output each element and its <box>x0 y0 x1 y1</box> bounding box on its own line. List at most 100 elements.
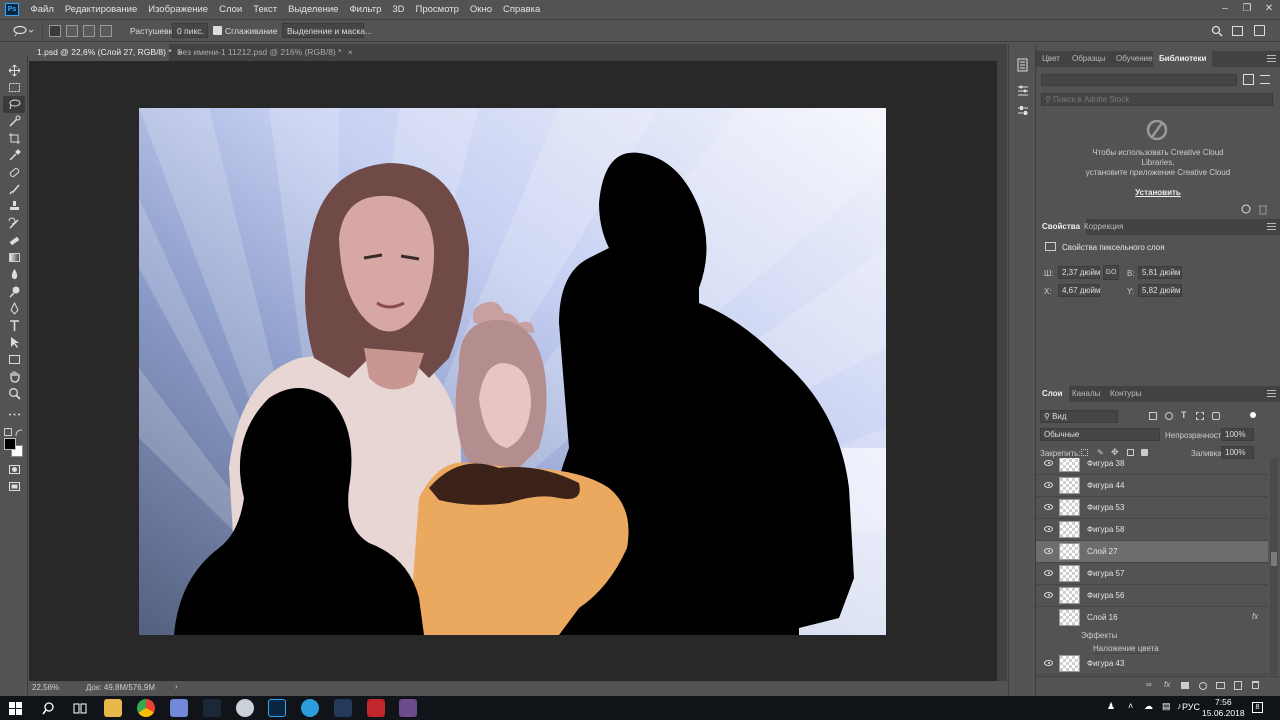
layer-row[interactable]: Слой 16 fx <box>1036 607 1268 629</box>
add-selection-icon[interactable] <box>66 25 78 37</box>
clock-date[interactable]: 15.06.2018 <box>1202 708 1245 718</box>
subtract-selection-icon[interactable] <box>83 25 95 37</box>
status-menu-icon[interactable]: › <box>175 682 178 691</box>
layer-row[interactable]: Фигура 56 <box>1036 585 1268 607</box>
kaspersky-icon[interactable] <box>367 699 385 717</box>
lasso-tool-icon[interactable] <box>12 25 34 37</box>
layer-row[interactable]: Фигура 58 <box>1036 519 1268 541</box>
move-tool-icon[interactable] <box>3 62 25 79</box>
lock-all-icon[interactable] <box>1141 449 1148 456</box>
clock-time[interactable]: 7:56 <box>1215 697 1232 707</box>
discord-icon[interactable] <box>170 699 188 717</box>
library-select[interactable] <box>1041 74 1237 86</box>
properties-panel-icon[interactable] <box>1016 104 1030 118</box>
path-selection-tool-icon[interactable] <box>3 334 25 351</box>
volume-icon[interactable]: ♪ <box>1177 701 1182 711</box>
close-icon[interactable]: ✕ <box>1258 0 1280 18</box>
minimize-icon[interactable]: – <box>1214 0 1236 18</box>
grid-view-icon[interactable] <box>1243 74 1254 85</box>
stock-search-input[interactable]: ⚲ Поиск в Adobe Stock <box>1041 93 1273 106</box>
fx-icon[interactable]: fx <box>1252 612 1258 621</box>
blend-mode-select[interactable]: Обычные <box>1040 428 1160 441</box>
photoshop-taskbar-icon[interactable] <box>268 699 286 717</box>
chrome-icon[interactable] <box>137 699 155 717</box>
people-icon[interactable]: ♟ <box>1107 701 1115 712</box>
tab-close-icon[interactable]: × <box>348 47 353 57</box>
tab-paths[interactable]: Контуры <box>1104 386 1147 402</box>
layer-filter-select[interactable]: ⚲ Вид <box>1040 410 1118 423</box>
lock-pixels-icon[interactable]: ✎ <box>1097 448 1104 457</box>
lock-transparent-icon[interactable] <box>1081 449 1088 456</box>
tab-layers[interactable]: Слои <box>1036 386 1069 402</box>
restore-icon[interactable]: ❐ <box>1236 0 1258 18</box>
layer-row-selected[interactable]: Слой 27 <box>1036 541 1268 563</box>
menu-layers[interactable]: Слои <box>214 4 248 15</box>
screen-mode-icon[interactable] <box>3 478 25 495</box>
menu-3d[interactable]: 3D <box>387 4 410 15</box>
tab-adjustments[interactable]: Коррекция <box>1078 219 1129 235</box>
rectangle-tool-icon[interactable] <box>3 351 25 368</box>
eraser-tool-icon[interactable] <box>3 232 25 249</box>
filter-toggle-icon[interactable] <box>1250 412 1256 418</box>
tab-channels[interactable]: Каналы <box>1066 386 1106 402</box>
visibility-eye-icon[interactable] <box>1044 660 1053 666</box>
tab-swatches[interactable]: Образцы <box>1066 51 1112 67</box>
visibility-eye-icon[interactable] <box>1044 548 1053 554</box>
intersect-selection-icon[interactable] <box>100 25 112 37</box>
layer-row[interactable]: Фигура 38 <box>1036 458 1268 475</box>
new-selection-icon[interactable] <box>49 25 61 37</box>
visibility-eye-icon[interactable] <box>1044 504 1053 510</box>
filter-type-icon[interactable]: T <box>1181 410 1187 420</box>
teamviewer-icon[interactable] <box>301 699 319 717</box>
filter-shape-icon[interactable] <box>1196 412 1204 420</box>
document-canvas[interactable] <box>139 108 886 635</box>
healing-brush-tool-icon[interactable] <box>3 164 25 181</box>
search-icon[interactable] <box>1211 25 1223 37</box>
lock-artboard-icon[interactable] <box>1127 449 1134 456</box>
brush-tool-icon[interactable] <box>3 181 25 198</box>
more-tools-icon[interactable] <box>3 406 25 423</box>
gradient-tool-icon[interactable] <box>3 249 25 266</box>
menu-type[interactable]: Текст <box>248 4 283 15</box>
menu-select[interactable]: Выделение <box>283 4 344 15</box>
scrollbar-thumb[interactable] <box>1271 552 1277 566</box>
crop-tool-icon[interactable] <box>3 130 25 147</box>
layer-row[interactable]: Фигура 53 <box>1036 497 1268 519</box>
layer-row[interactable]: Фигура 44 <box>1036 475 1268 497</box>
tab-document-1[interactable]: 1.psd @ 22,6% (Слой 27, RGB/8) * × <box>29 44 183 61</box>
panel-menu-icon[interactable] <box>1267 390 1276 397</box>
panel-menu-icon[interactable] <box>1267 223 1276 230</box>
default-colors-icon[interactable] <box>4 428 12 436</box>
trash-icon[interactable] <box>1257 203 1269 215</box>
select-and-mask-button[interactable]: Выделение и маска... <box>282 23 372 38</box>
tab-document-2[interactable]: Без имени-1 11212.psd @ 216% (RGB/8) * × <box>169 44 353 61</box>
menu-view[interactable]: Просмотр <box>410 4 464 15</box>
layers-scrollbar[interactable] <box>1270 458 1278 675</box>
x-input[interactable]: 4,67 дюйм <box>1058 284 1100 297</box>
network-app-icon[interactable] <box>334 699 352 717</box>
menu-help[interactable]: Справка <box>498 4 546 15</box>
height-input[interactable]: 5,81 дюйм <box>1138 266 1182 279</box>
marquee-tool-icon[interactable] <box>3 79 25 96</box>
new-group-icon[interactable] <box>1216 682 1225 689</box>
visibility-eye-icon[interactable] <box>1044 460 1053 466</box>
delete-layer-icon[interactable] <box>1252 681 1259 689</box>
layer-row[interactable]: Фигура 43 <box>1036 653 1268 675</box>
tab-learn[interactable]: Обучение <box>1110 51 1159 67</box>
steam-icon[interactable] <box>203 699 221 717</box>
feather-input[interactable]: 0 пикс. <box>172 23 208 38</box>
menu-window[interactable]: Окно <box>464 4 497 15</box>
winrar-icon[interactable] <box>399 699 417 717</box>
visibility-eye-icon[interactable] <box>1044 526 1053 532</box>
task-view-icon[interactable] <box>73 702 87 715</box>
lasso-tool-icon[interactable] <box>3 96 25 113</box>
canvas-scrollbar[interactable] <box>997 61 1007 681</box>
notifications-icon[interactable]: 8 <box>1252 702 1263 713</box>
menu-edit[interactable]: Редактирование <box>59 4 142 15</box>
tab-libraries[interactable]: Библиотеки <box>1153 51 1213 67</box>
adjust-panel-icon[interactable] <box>1016 84 1030 98</box>
zoom-tool-icon[interactable] <box>3 385 25 402</box>
menu-filter[interactable]: Фильтр <box>344 4 387 15</box>
type-tool-icon[interactable] <box>3 317 25 334</box>
network-icon[interactable]: ▤ <box>1162 701 1171 712</box>
